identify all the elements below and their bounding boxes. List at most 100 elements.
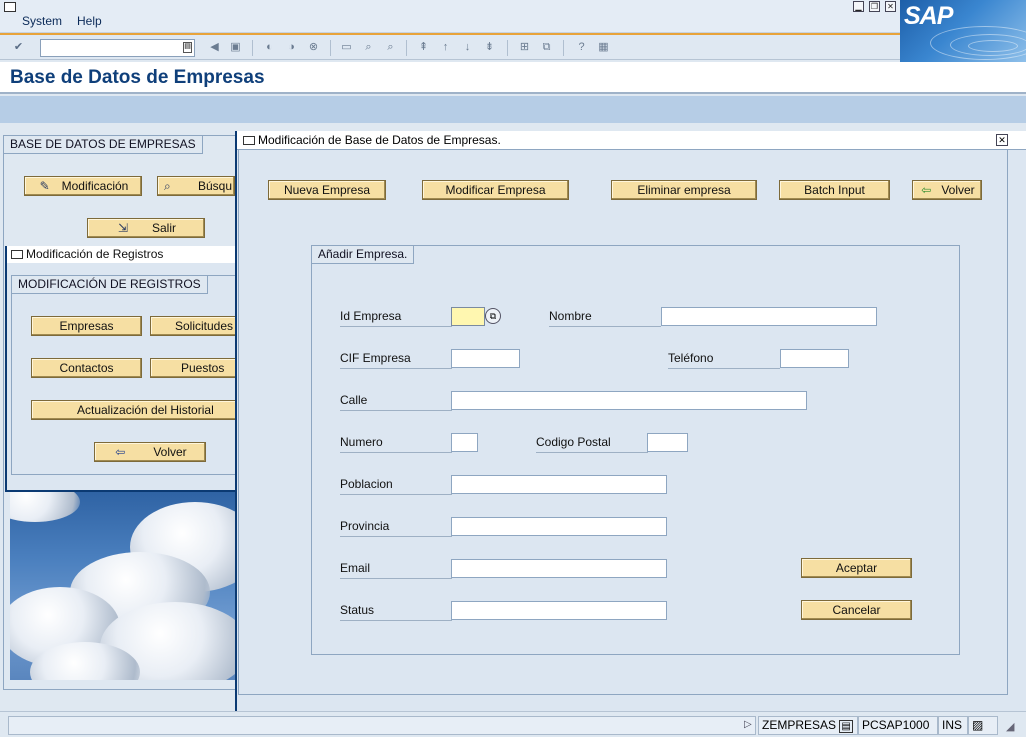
codigo-postal-label: Codigo Postal xyxy=(536,435,648,453)
command-input[interactable] xyxy=(41,40,177,56)
sub-window-title: Modificación de Registros xyxy=(7,246,235,263)
window-menu-icon[interactable] xyxy=(4,2,16,12)
application-toolbar xyxy=(0,96,1026,123)
help-icon[interactable]: ? xyxy=(574,40,589,55)
group-title-base: BASE DE DATOS DE EMPRESAS xyxy=(4,136,203,154)
restore-icon[interactable]: ❐ xyxy=(869,1,880,12)
status-input[interactable] xyxy=(452,602,666,619)
eliminar-empresa-button[interactable]: Eliminar empresa xyxy=(611,180,757,200)
modificacion-button[interactable]: ✎ Modificación xyxy=(24,176,142,196)
new-session-icon[interactable]: ⊞ xyxy=(517,40,532,55)
puestos-button[interactable]: Puestos xyxy=(150,358,240,378)
next-page-icon[interactable]: ↓ xyxy=(460,40,475,55)
sap-logo: SAP xyxy=(900,0,1026,62)
status-field[interactable] xyxy=(451,601,667,620)
codigo-postal-field[interactable] xyxy=(647,433,688,452)
command-field[interactable]: ▤ xyxy=(40,39,195,57)
status-program: ZEMPRESAS ▤ xyxy=(758,716,858,735)
cif-input[interactable] xyxy=(452,350,519,367)
telefono-input[interactable] xyxy=(781,350,848,367)
menu-system[interactable]: System xyxy=(22,14,62,28)
cif-field[interactable] xyxy=(451,349,520,368)
contactos-button[interactable]: Contactos xyxy=(31,358,142,378)
nueva-empresa-button[interactable]: Nueva Empresa xyxy=(268,180,386,200)
sap-logo-text: SAP xyxy=(904,2,953,30)
status-program-text: ZEMPRESAS xyxy=(762,718,837,732)
modificacion-label: Modificación xyxy=(61,179,129,193)
provincia-field[interactable] xyxy=(451,517,667,536)
find-next-icon[interactable]: ⌕ xyxy=(383,40,398,55)
back-arrow-icon: ⇦ xyxy=(921,183,932,197)
group-title-modificacion: MODIFICACIÓN DE REGISTROS xyxy=(12,276,208,294)
close-window-icon[interactable]: ✕ xyxy=(885,1,896,12)
cancel-icon[interactable]: ⊗ xyxy=(306,40,321,55)
calle-label: Calle xyxy=(340,393,452,411)
dialog-close-icon[interactable]: ✕ xyxy=(996,134,1008,146)
id-empresa-label: Id Empresa xyxy=(340,309,452,327)
dialog-volver-button[interactable]: ⇦ Volver xyxy=(912,180,982,200)
edit-icon: ✎ xyxy=(39,179,50,193)
modificar-empresa-button[interactable]: Modificar Empresa xyxy=(422,180,569,200)
modify-company-dialog: Modificación de Base de Datos de Empresa… xyxy=(235,131,1026,713)
prev-page-icon[interactable]: ↑ xyxy=(438,40,453,55)
calle-input[interactable] xyxy=(452,392,806,409)
email-input[interactable] xyxy=(452,560,666,577)
first-page-icon[interactable]: ⇞ xyxy=(416,40,431,55)
history-back-icon[interactable]: ◀ xyxy=(207,40,222,55)
actualizacion-historial-button[interactable]: Actualización del Historial xyxy=(31,400,240,420)
search-doc-icon: ⌕ xyxy=(164,179,171,193)
numero-input[interactable] xyxy=(452,434,477,451)
aceptar-button[interactable]: Aceptar xyxy=(801,558,912,578)
clouds-image xyxy=(10,492,235,680)
window-icon xyxy=(11,250,23,259)
batch-input-button[interactable]: Batch Input xyxy=(779,180,890,200)
minimize-icon[interactable]: ▁ xyxy=(853,1,864,12)
poblacion-input[interactable] xyxy=(452,476,666,493)
email-field[interactable] xyxy=(451,559,667,578)
resize-grip-icon[interactable]: ◢ xyxy=(1006,720,1014,733)
back-arrow-icon: ⇦ xyxy=(115,445,126,459)
email-label: Email xyxy=(340,561,452,579)
window-icon xyxy=(243,136,255,145)
menu-help[interactable]: Help xyxy=(77,14,102,28)
busqueda-button[interactable]: ⌕ Búsqu xyxy=(157,176,235,196)
sub-window-title-text: Modificación de Registros xyxy=(26,247,164,261)
id-empresa-input[interactable] xyxy=(452,308,484,325)
numero-label: Numero xyxy=(340,435,452,453)
numero-field[interactable] xyxy=(451,433,478,452)
last-page-icon[interactable]: ⇟ xyxy=(482,40,497,55)
telefono-field[interactable] xyxy=(780,349,849,368)
session-info-icon[interactable]: ▤ xyxy=(839,720,853,733)
status-mode[interactable]: INS xyxy=(938,716,968,735)
solicitudes-button[interactable]: Solicitudes xyxy=(150,316,240,336)
calle-field[interactable] xyxy=(451,391,807,410)
print-icon[interactable]: ▭ xyxy=(339,40,354,55)
salir-label: Salir xyxy=(151,221,176,235)
shortcut-icon[interactable]: ⧉ xyxy=(539,40,554,55)
nombre-field[interactable] xyxy=(661,307,877,326)
layout-icon[interactable]: ▦ xyxy=(596,40,611,55)
cancelar-button[interactable]: Cancelar xyxy=(801,600,912,620)
sub-window: Modificación de Registros MODIFICACIÓN D… xyxy=(5,246,241,492)
back-icon[interactable]: ◐ xyxy=(262,40,277,55)
find-icon[interactable]: ⌕ xyxy=(361,40,376,55)
title-bar: Base de Datos de Empresas xyxy=(0,62,1026,94)
empresas-button[interactable]: Empresas xyxy=(31,316,142,336)
command-history-icon[interactable]: ▤ xyxy=(183,42,192,53)
check-icon[interactable]: ✔ xyxy=(11,40,26,55)
cif-label: CIF Empresa xyxy=(340,351,452,369)
status-label: Status xyxy=(340,603,452,621)
exit-icon[interactable]: ◑ xyxy=(284,40,299,55)
provincia-input[interactable] xyxy=(452,518,666,535)
nombre-input[interactable] xyxy=(662,308,876,325)
sub-volver-button[interactable]: ⇦ Volver xyxy=(94,442,206,462)
status-server: PCSAP1000 xyxy=(858,716,938,735)
id-empresa-field[interactable] xyxy=(451,307,485,326)
salir-button[interactable]: ⇲ Salir xyxy=(87,218,205,238)
save-icon[interactable]: ▣ xyxy=(228,40,243,55)
codigo-postal-input[interactable] xyxy=(648,434,687,451)
poblacion-field[interactable] xyxy=(451,475,667,494)
menu-bar: System Help ▁ ❐ ✕ xyxy=(0,0,1026,33)
status-expand-icon[interactable]: ▷ xyxy=(744,719,752,730)
value-help-icon[interactable]: ⧉ xyxy=(485,308,501,324)
